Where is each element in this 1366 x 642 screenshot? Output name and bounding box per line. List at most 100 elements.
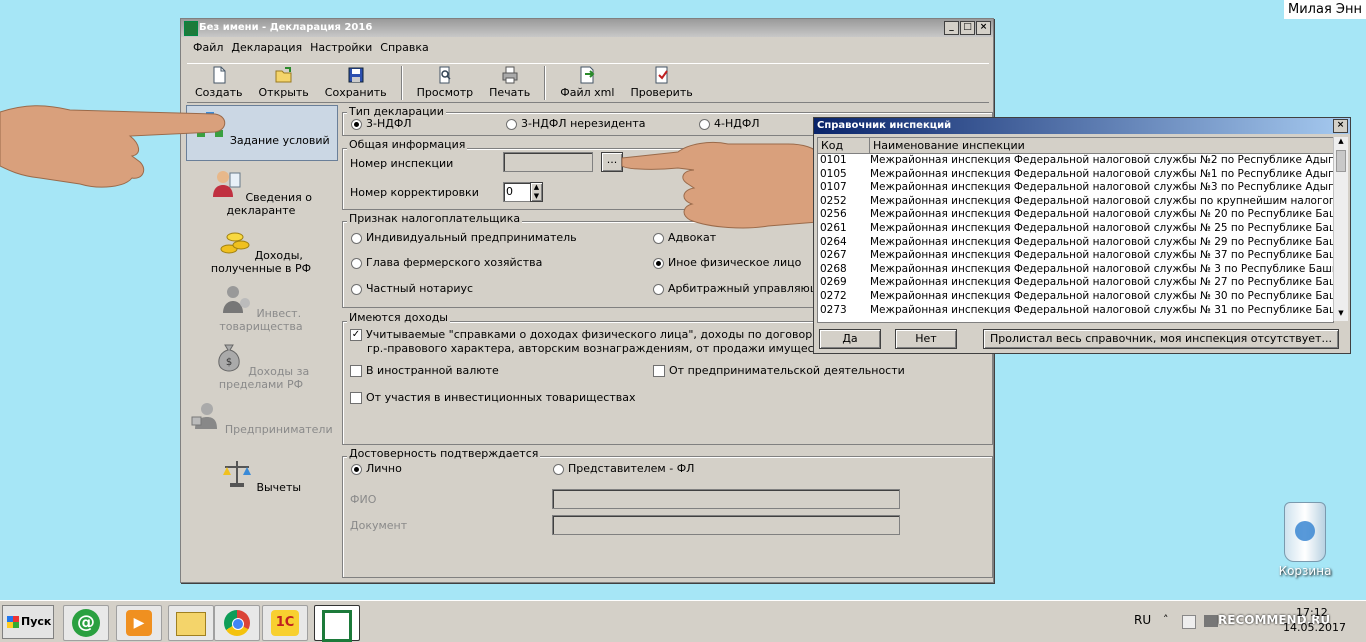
menu-help[interactable]: Справка [380,41,428,54]
radio-4ndfl[interactable]: 4-НДФЛ [699,117,760,130]
menu-settings[interactable]: Настройки [310,41,372,54]
inspection-label: Номер инспекции [350,157,454,170]
start-button[interactable]: Пуск [2,605,54,639]
print-label: Печать [489,86,531,99]
sidebar-item-label: Предприниматели [224,423,333,436]
inspection-code: 0264 [820,235,847,248]
scroll-thumb[interactable] [1336,150,1346,172]
taskbar-1c[interactable]: 1С [262,605,308,641]
window-titlebar[interactable]: Без имени - Декларация 2016 _ □ × [181,19,993,37]
inspection-name: Межрайонная инспекция Федеральной налого… [870,154,1333,166]
radio-individual-entrepreneur[interactable]: Индивидуальный предприниматель [351,231,577,244]
close-button[interactable]: × [976,21,991,35]
radio-personally[interactable]: Лично [351,462,402,475]
dialog-close-button[interactable]: × [1333,119,1348,133]
entrepreneur-icon [191,403,218,429]
preview-button[interactable]: Просмотр [409,64,481,102]
yes-button[interactable]: Да [819,329,881,349]
table-row[interactable]: 0101 Межрайонная инспекция Федеральной на… [818,154,1333,168]
sidebar-item-label: Задание условий [229,134,330,147]
sidebar-item-income-abroad[interactable]: $ Доходы за пределами РФ [186,341,336,391]
table-row[interactable]: 0268 Межрайонная инспекция Федеральной на… [818,263,1333,277]
radio-farmer[interactable]: Глава фермерского хозяйства [351,256,542,269]
table-row[interactable]: 0273 Межрайонная инспекция Федеральной на… [818,304,1333,318]
window-title: Без имени - Декларация 2016 [199,22,373,33]
radio-indicator [553,463,564,475]
table-row[interactable]: 0105 Межрайонная инспекция Федеральной на… [818,168,1333,182]
no-button[interactable]: Нет [895,329,957,349]
sidebar-item-invest[interactable]: Инвест. товарищества [186,283,336,333]
clock-date[interactable]: 14.05.2017 [1283,621,1346,634]
scroll-down-arrow[interactable]: ▼ [1334,309,1348,321]
menu-file[interactable]: Файл [193,41,223,54]
fio-input[interactable] [552,489,900,509]
sidebar-item-deductions[interactable]: Вычеты [186,457,336,507]
scroll-up-arrow[interactable]: ▲ [1334,137,1348,149]
minimize-button[interactable]: _ [944,21,959,35]
check-button[interactable]: Проверить [622,64,700,102]
media-player-icon: ▶ [126,610,152,636]
checkbox-indicator: ✓ [350,329,362,341]
table-row[interactable]: 0272 Межрайонная инспекция Федеральной на… [818,290,1333,304]
table-row[interactable]: 0252 Межрайонная инспекция Федеральной на… [818,195,1333,209]
sidebar-item-entrepreneurs[interactable]: Предприниматели [186,399,336,449]
checkbox-income-certificates[interactable]: ✓ Учитываемые "справками о доходах физиче… [350,328,827,341]
inspection-field[interactable] [503,152,593,172]
maximize-button[interactable]: □ [960,21,975,35]
radio-arbitration-manager[interactable]: Арбитражный управляющий [653,282,834,295]
radio-representative[interactable]: Представителем - ФЛ [553,462,694,475]
table-row[interactable]: 0261 Межрайонная инспекция Федеральной на… [818,222,1333,236]
menu-declaration[interactable]: Декларация [231,41,302,54]
open-button[interactable]: Открыть [251,64,317,102]
xml-button[interactable]: Файл xml [552,64,622,102]
taskbar-media-player[interactable]: ▶ [116,605,162,641]
chrome-icon [224,610,250,636]
table-row[interactable]: 0264 Межрайонная инспекция Федеральной на… [818,236,1333,250]
save-button[interactable]: Сохранить [317,64,395,102]
column-header-code[interactable]: Код [818,138,870,153]
investors-icon [222,286,250,313]
table-row[interactable]: 0269 Межрайонная инспекция Федеральной на… [818,276,1333,290]
inspection-code: 0273 [820,303,847,316]
taskbar-explorer[interactable] [168,605,214,641]
radio-indicator [351,118,362,130]
correction-input[interactable]: 0 [503,182,531,202]
inspection-missing-button[interactable]: Пролистал весь справочник, моя инспекция… [983,329,1339,349]
inspection-list[interactable]: Код Наименование инспекции 0101 Межрайонн… [817,137,1334,323]
tray-expand-icon[interactable]: ˄ [1163,613,1169,626]
checkbox-foreign-currency[interactable]: В иностранной валюте [350,364,499,377]
sidebar-item-income-rf[interactable]: Доходы, полученные в РФ [186,225,336,275]
taskbar-mail-agent[interactable]: @ [63,605,109,641]
radio-3ndfl[interactable]: 3-НДФЛ [351,117,412,130]
list-scrollbar[interactable]: ▲ ▼ [1333,137,1348,321]
table-row[interactable]: 0107 Межрайонная инспекция Федеральной на… [818,181,1333,195]
action-center-icon[interactable] [1182,615,1196,629]
radio-indicator [653,257,664,269]
column-header-name[interactable]: Наименование инспекции [870,138,1333,153]
network-icon[interactable] [1204,615,1218,627]
table-row[interactable]: 0256 Межрайонная инспекция Федеральной на… [818,208,1333,222]
radio-label: Представителем - ФЛ [568,462,695,475]
taskbar-declaration-app[interactable] [314,605,360,642]
inspection-code: 0252 [820,194,847,207]
recycle-bin[interactable]: Корзина [1275,502,1335,578]
taskbar-chrome[interactable] [214,605,260,641]
radio-other-person[interactable]: Иное физическое лицо [653,256,801,269]
radio-lawyer[interactable]: Адвокат [653,231,716,244]
inspection-name: Межрайонная инспекция Федеральной налого… [870,194,1333,207]
radio-label: Частный нотариус [366,282,474,295]
print-button[interactable]: Печать [481,64,538,102]
radio-3ndfl-nonresident[interactable]: 3-НДФЛ нерезидента [506,117,646,130]
clock-time[interactable]: 17:12 [1296,606,1328,619]
checkbox-label: Учитываемые "справками о доходах физичес… [366,328,828,341]
checkbox-business-income[interactable]: От предпринимательской деятельности [653,364,905,377]
table-row[interactable]: 0267 Межрайонная инспекция Федеральной на… [818,249,1333,263]
language-indicator[interactable]: RU [1134,613,1151,627]
dialog-titlebar[interactable]: Справочник инспекций × [814,118,1350,134]
inspection-code: 0261 [820,221,847,234]
correction-spinner[interactable]: ▲ ▼ [530,182,543,202]
radio-notary[interactable]: Частный нотариус [351,282,473,295]
document-input[interactable] [552,515,900,535]
radio-indicator [699,118,710,130]
checkbox-investment-partnerships[interactable]: От участия в инвестиционных товарищества… [350,391,635,404]
